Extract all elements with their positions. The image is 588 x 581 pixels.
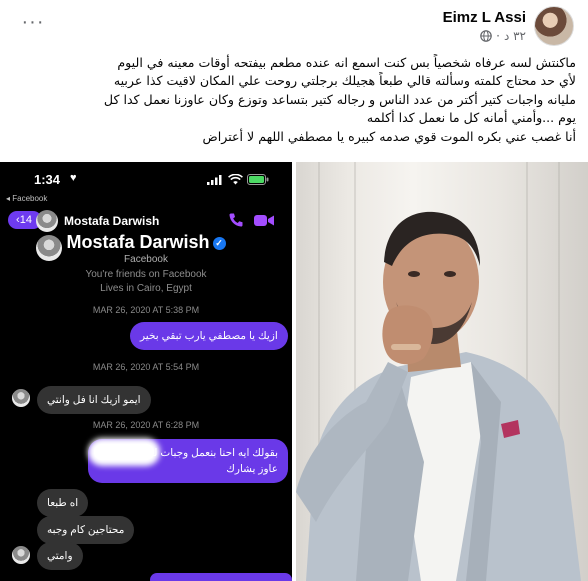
post-body: ماكنتش لسه عرفاه شخصياً بس كنت اسمع انه … [12, 54, 576, 146]
heart-icon: ♥ [70, 172, 77, 184]
hand-on-chin [382, 305, 433, 365]
wifi-icon [228, 174, 243, 185]
profile-platform: Facebook [124, 254, 168, 265]
meta-separator: · [496, 29, 500, 43]
post-timestamp[interactable]: ٣٢ د [504, 29, 526, 43]
chat-date-divider: MAR 26, 2020 AT 5:38 PM [92, 305, 200, 315]
profile-location: Lives in Cairo, Egypt [100, 283, 192, 294]
sent-message: ازيك يا مصطفي يارب تبقي بخير [130, 322, 288, 350]
chat-date-divider: MAR 26, 2020 AT 5:54 PM [92, 362, 200, 372]
post-text-line: يوم ...وأمني أمانه كل ما نعمل كدا أكلمه [366, 110, 576, 126]
profile-name-text: Mostafa Darwish [66, 232, 210, 252]
more-options-button[interactable]: ··· [18, 10, 48, 34]
contact-name: Mostafa Darwish [64, 214, 160, 228]
author-avatar[interactable] [534, 6, 574, 46]
sender-avatar [12, 546, 30, 564]
video-call-icon [254, 215, 274, 226]
left-eye [408, 271, 420, 277]
profile-name: Mostafa Darwish ✓ [0, 232, 292, 253]
received-message: وامتي [37, 542, 83, 570]
received-message: محتاجين كام وجبه [37, 516, 135, 544]
post-meta: · ٣٢ د [480, 29, 526, 43]
right-eye [444, 271, 456, 277]
status-time: 1:34 [34, 172, 61, 187]
sent-message: بقولك ايه احنا بنعمل وجبات لو تعرف حد عا… [88, 439, 288, 483]
profile-friends-note: You're friends on Facebook [85, 269, 207, 280]
chat-date-divider: MAR 26, 2020 AT 6:28 PM [92, 420, 200, 430]
globe-icon[interactable] [480, 30, 492, 42]
post-text-line: ماكنتش لسه عرفاه شخصياً بس كنت اسمع انه … [117, 55, 576, 70]
post-text-line: لأي حد محتاج كلمته وسألته قالي طبعاً هجي… [113, 73, 576, 89]
messenger-screenshot-photo[interactable]: 1:34 ♥ ◂ Facebook ‹14 Mostafa Darwish Mo… [0, 162, 292, 581]
portrait-photo[interactable] [296, 162, 588, 581]
post-text-line: مليانه واجبات كتير أكتر من عدد الناس و ر… [103, 91, 576, 107]
back-to-app-link: ◂ Facebook [6, 194, 48, 203]
post-photos: 1:34 ♥ ◂ Facebook ‹14 Mostafa Darwish Mo… [0, 162, 588, 581]
phone-call-icon [229, 213, 243, 227]
redaction-scribble [94, 444, 154, 460]
phone-status-bar: 1:34 ♥ ◂ Facebook [0, 170, 292, 203]
battery-icon [247, 174, 269, 185]
portrait-figure [296, 211, 581, 581]
author-name[interactable]: Eimz L Assi [443, 9, 526, 26]
verified-badge-icon: ✓ [212, 237, 226, 250]
post-header: Eimz L Assi · ٣٢ د ··· [0, 0, 588, 52]
contact-avatar [36, 210, 58, 232]
signal-icon [207, 175, 222, 185]
watch-band [391, 344, 421, 350]
received-message: اه طبعا [37, 489, 89, 517]
sender-avatar [12, 389, 30, 407]
post-text-line: أنا غصب عني بكره الموت قوي صدمه كبيره يا… [202, 128, 576, 144]
sent-message-partial [150, 573, 292, 581]
received-message: ايمو ازيك انا فل وانتي [37, 386, 151, 414]
